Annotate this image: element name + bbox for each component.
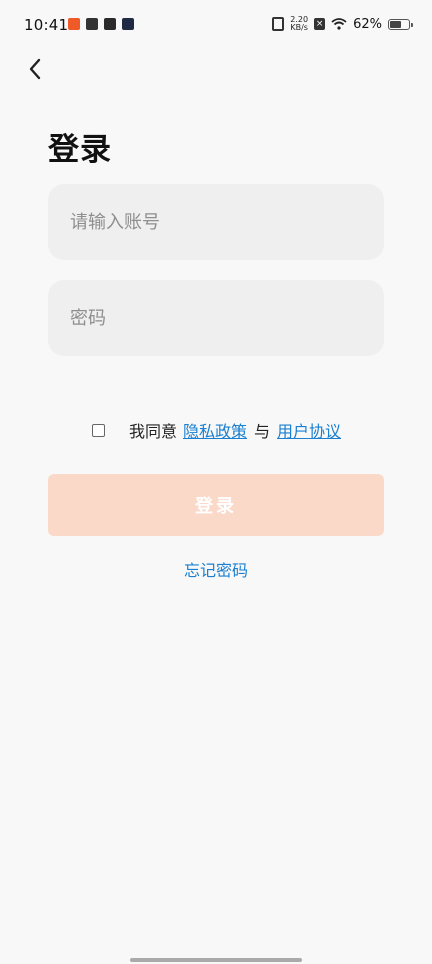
battery-fill (390, 20, 401, 28)
back-button[interactable] (20, 54, 50, 84)
status-bar: 10:41 2.20 KB/s × 62% (0, 0, 432, 52)
network-speed: 2.20 KB/s (290, 15, 309, 32)
status-right: 2.20 KB/s × 62% (272, 15, 413, 32)
password-input[interactable] (68, 306, 364, 330)
notification-icons (68, 18, 134, 30)
agreement-row: 我同意 隐私政策 与 用户协议 (90, 418, 341, 442)
vibrate-icon (272, 17, 285, 31)
and-text: 与 (254, 422, 271, 441)
chevron-left-icon (29, 58, 41, 80)
wifi-icon (331, 18, 347, 30)
account-input[interactable] (68, 210, 364, 234)
user-agreement-link[interactable]: 用户协议 (277, 418, 341, 442)
forgot-password-link[interactable]: 忘记密码 (0, 557, 432, 581)
notification-app-icon (68, 18, 80, 30)
status-time: 10:41 (24, 16, 69, 34)
agree-prefix: 我同意 (129, 422, 178, 441)
agreement-checkbox[interactable] (92, 423, 105, 437)
notification-app-icon (86, 18, 98, 30)
page-title: 登录 (48, 132, 112, 168)
mail-icon (104, 18, 116, 30)
no-sim-icon: × (314, 18, 326, 30)
battery-percent: 62% (353, 16, 382, 32)
login-button[interactable]: 登录 (48, 474, 384, 536)
privacy-policy-link[interactable]: 隐私政策 (183, 418, 247, 442)
password-field-container[interactable] (48, 280, 384, 356)
play-icon (122, 18, 134, 30)
account-field-container[interactable] (48, 184, 384, 260)
home-indicator[interactable] (130, 958, 302, 962)
battery-icon (388, 18, 413, 30)
